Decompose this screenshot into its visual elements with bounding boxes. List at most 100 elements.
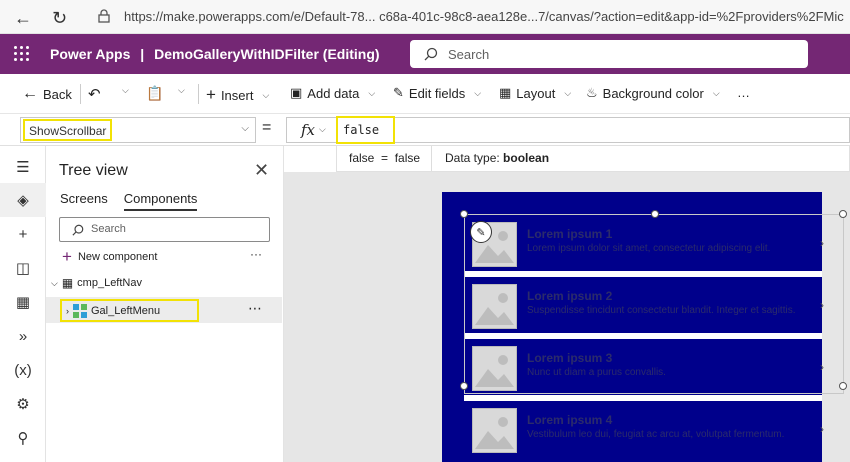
chevron-down-icon: ⌵ <box>262 89 270 100</box>
edit-fields-icon: ✎ <box>393 85 404 100</box>
property-dropdown[interactable]: ShowScrollbar ⌵ <box>20 117 256 143</box>
background-color-button[interactable]: ♨ Background color ⌵ <box>586 85 720 101</box>
layout-button[interactable]: ▦ Layout ⌵ <box>499 85 571 101</box>
paint-bucket-icon: ♨ <box>586 85 598 100</box>
variables-icon[interactable]: (x) <box>0 353 46 387</box>
data-cylinder-icon[interactable]: ◫ <box>0 251 46 285</box>
chevron-right-icon[interactable]: › <box>820 422 824 436</box>
undo-button[interactable]: ↶ <box>88 85 101 103</box>
waffle-icon[interactable] <box>14 46 30 62</box>
more-label: … <box>737 85 750 100</box>
divider <box>198 84 199 104</box>
tree-view-panel: Tree view ✕ Screens Components Search + … <box>46 146 284 462</box>
tab-components[interactable]: Components <box>123 191 198 211</box>
search-icon[interactable]: ⚲ <box>0 421 46 455</box>
chevron-down-icon: ⌵ <box>564 87 572 98</box>
tree-node-gallery[interactable]: › Gal_LeftMenu ⋯ <box>46 297 282 323</box>
new-component-label: New component <box>77 251 158 263</box>
back-arrow-icon[interactable]: ← <box>14 8 32 29</box>
refresh-icon[interactable]: ↻ <box>52 8 67 29</box>
chevron-down-icon[interactable]: ⌵ <box>51 278 58 289</box>
design-canvas[interactable]: Lorem ipsum 1 Lorem ipsum dolor sit amet… <box>284 172 850 462</box>
formula-result-hint: false = false Data type: boolean <box>336 146 850 172</box>
data-type-text: Data type: boolean <box>445 151 549 165</box>
edit-fields-label: Edit fields <box>408 85 466 101</box>
plus-icon: + <box>206 85 216 104</box>
component-screen[interactable]: Lorem ipsum 1 Lorem ipsum dolor sit amet… <box>442 192 847 462</box>
resize-handle[interactable] <box>839 382 847 390</box>
plus-icon: + <box>62 247 72 266</box>
back-arrow-icon: ← <box>22 85 38 102</box>
resize-handle[interactable] <box>839 210 847 218</box>
address-bar[interactable]: https://make.powerapps.com/e/Default-78.… <box>124 9 844 24</box>
more-commands-button[interactable]: … <box>737 85 750 100</box>
new-component-button[interactable]: + New component <box>62 247 157 267</box>
app-name: DemoGalleryWithIDFilter (Editing) <box>154 46 380 62</box>
edit-fields-button[interactable]: ✎ Edit fields ⌵ <box>393 85 481 101</box>
insert-label: Insert <box>220 87 254 103</box>
browser-bar: ← ↻ https://make.powerapps.com/e/Default… <box>0 0 850 34</box>
back-label: Back <box>43 86 72 102</box>
hamburger-icon[interactable]: ☰ <box>0 150 46 184</box>
paste-dropdown[interactable]: ⌵ <box>174 85 185 96</box>
tree-search-input[interactable]: Search <box>59 217 270 242</box>
image-placeholder-icon <box>472 408 517 453</box>
formula-bar: ShowScrollbar ⌵ = fx ⌵ false <box>0 114 850 146</box>
add-data-button[interactable]: ▣ Add data ⌵ <box>290 85 375 101</box>
insert-plus-icon[interactable]: + <box>0 217 46 251</box>
fx-icon[interactable]: fx <box>301 121 315 139</box>
clipboard-icon: 📋 <box>146 85 164 101</box>
undo-icon: ↶ <box>88 86 101 103</box>
chevron-down-icon[interactable]: ⌵ <box>319 124 326 135</box>
component-icon: ▦ <box>61 276 74 290</box>
resize-handle[interactable] <box>651 210 659 218</box>
item-subtitle: Vestibulum leo dui, feugiat ac arcu at, … <box>527 429 785 440</box>
search-placeholder: Search <box>91 223 126 235</box>
command-bar: ← Back ↶ ⌵ 📋 ⌵ + Insert ⌵ ▣ Add data ⌵ ✎… <box>0 74 850 114</box>
layout-label: Layout <box>516 85 556 101</box>
gallery-item[interactable]: Lorem ipsum 4 Vestibulum leo dui, feugia… <box>464 402 824 458</box>
divider <box>431 146 432 171</box>
panel-title: Tree view <box>59 162 128 179</box>
property-value: ShowScrollbar <box>23 119 113 141</box>
title-divider: | <box>140 46 145 62</box>
formula-input[interactable]: false <box>336 116 395 144</box>
database-plus-icon: ▣ <box>290 85 303 100</box>
gallery-node-highlight[interactable]: › Gal_LeftMenu <box>60 299 199 322</box>
resize-handle[interactable] <box>460 382 468 390</box>
layout-icon: ▦ <box>499 85 512 100</box>
search-icon <box>424 47 438 61</box>
tree-node-component[interactable]: ⌵ ▦ cmp_LeftNav <box>51 276 142 290</box>
insert-button[interactable]: + Insert ⌵ <box>206 85 269 105</box>
more-options-icon[interactable]: ⋯ <box>248 300 262 317</box>
header-search[interactable]: Search <box>410 40 808 68</box>
search-placeholder: Search <box>448 47 490 62</box>
lock-icon <box>98 9 110 23</box>
close-icon[interactable]: ✕ <box>254 160 269 181</box>
resize-handle[interactable] <box>460 210 468 218</box>
app-header: Power Apps | DemoGalleryWithIDFilter (Ed… <box>0 34 850 74</box>
chevron-down-icon: ⌵ <box>178 85 185 95</box>
formula-input-box[interactable]: fx ⌵ false <box>286 116 850 144</box>
tab-screens[interactable]: Screens <box>60 191 108 211</box>
chevron-down-icon: ⌵ <box>474 87 482 98</box>
component-label: cmp_LeftNav <box>77 277 142 289</box>
divider <box>80 84 81 104</box>
back-button[interactable]: ← Back <box>22 85 72 103</box>
product-name: Power Apps <box>50 46 131 62</box>
power-automate-icon[interactable]: » <box>0 319 46 353</box>
edit-pencil-icon[interactable]: ✎ <box>470 221 492 243</box>
chevron-right-icon[interactable]: › <box>66 306 69 316</box>
data-type-label: Data type: <box>445 151 500 165</box>
separator <box>464 395 822 401</box>
left-rail: ☰ ◈ + ◫ ▦ » (x) ⚙ ⚲ <box>0 146 46 462</box>
undo-dropdown[interactable]: ⌵ <box>118 85 129 96</box>
equals-sign: = <box>262 119 272 136</box>
more-options-icon[interactable]: ··· <box>250 247 262 261</box>
gallery-selection-frame[interactable] <box>464 214 844 394</box>
paste-button[interactable]: 📋 <box>146 85 163 102</box>
layers-icon[interactable]: ◈ <box>0 183 46 217</box>
media-icon[interactable]: ▦ <box>0 285 46 319</box>
tools-icon[interactable]: ⚙ <box>0 387 46 421</box>
chevron-down-icon: ⌵ <box>241 123 249 134</box>
